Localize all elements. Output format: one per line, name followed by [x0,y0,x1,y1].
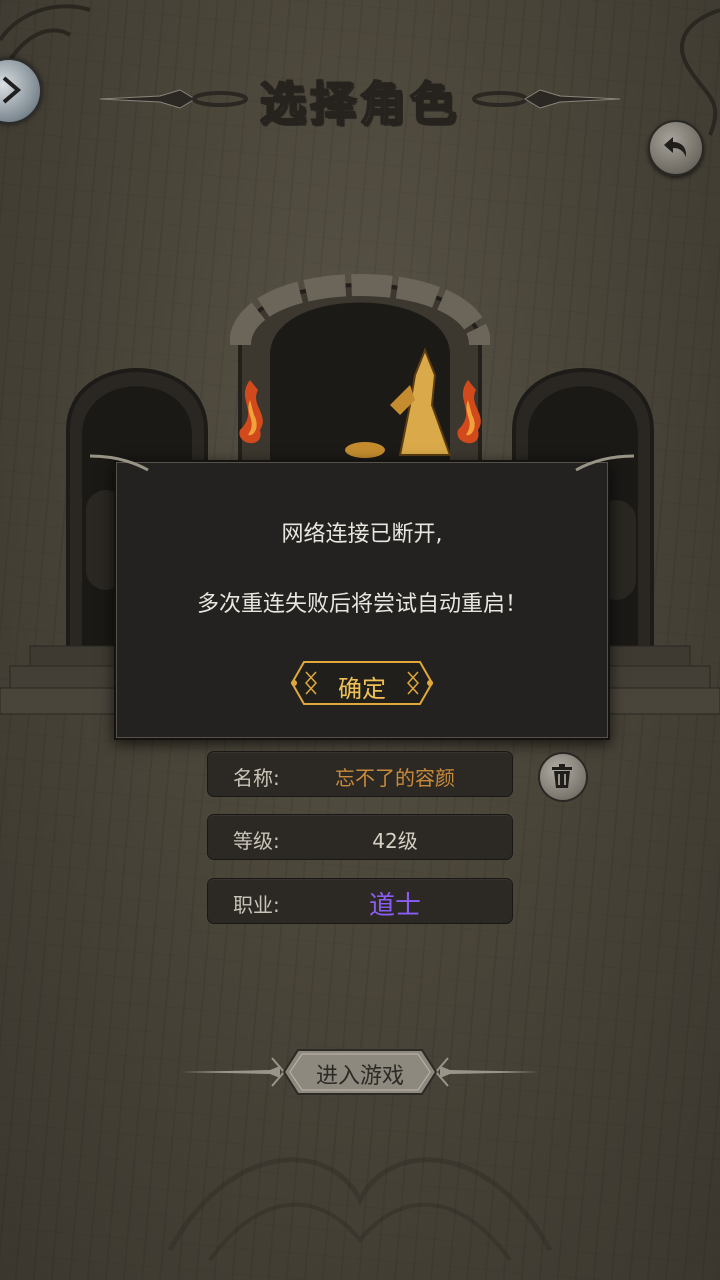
level-row: 等级: 42级 [208,815,512,859]
title-banner: 选择角色 [100,64,620,134]
enter-game-label: 进入游戏 [315,1064,404,1089]
class-row: 职业: 道士 [208,879,512,923]
confirm-button[interactable]: 确定 [290,660,434,706]
dialog-corner-ornament-right [575,454,634,472]
confirm-button-label: 确定 [338,675,386,703]
class-value: 道士 [368,891,421,921]
dialog-message-line1: 网络连接已断开, [281,522,443,547]
return-button[interactable] [648,120,704,176]
trash-icon [552,764,572,788]
delete-character-button[interactable] [538,752,588,802]
corner-ornament-right [679,8,720,136]
level-value: 42级 [372,829,418,853]
dialog-corner-ornament-left [90,454,149,472]
back-arrow-icon [2,76,22,104]
title-deco-right [472,89,620,109]
character-figure [345,347,452,458]
dialog-message-line2: 多次重连失败后将尝试自动重启！ [196,592,527,617]
class-label: 职业: [233,893,280,917]
enter-game-button[interactable]: 进入游戏 [180,1044,540,1100]
return-arrow-icon [664,137,687,157]
name-row: 名称: 忘不了的容颜 [208,752,512,796]
level-label: 等级: [233,829,280,853]
network-disconnect-dialog: 网络连接已断开, 多次重连失败后将尝试自动重启！ 确定 [90,454,634,740]
name-value: 忘不了的容颜 [335,766,455,790]
torch-flame-icon [239,380,263,444]
bottom-ornament [167,1157,553,1262]
name-label: 名称: [233,766,280,790]
